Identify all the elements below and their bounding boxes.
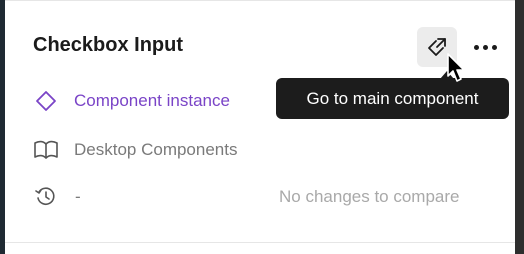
panel-bottom-divider (5, 242, 515, 243)
background-edge-right (515, 0, 524, 254)
more-options-icon (473, 44, 479, 50)
component-title: Checkbox Input (33, 34, 184, 56)
library-book-icon (33, 138, 59, 162)
component-instance-label: Component instance (74, 91, 230, 110)
panel-top-divider (5, 0, 515, 1)
more-options-button[interactable] (468, 32, 502, 62)
more-options-dot (491, 44, 497, 50)
library-row[interactable]: Desktop Components (33, 138, 237, 162)
more-options-dot (482, 44, 488, 50)
no-changes-text: No changes to compare (279, 187, 460, 206)
history-icon (33, 185, 59, 209)
library-label: Desktop Components (74, 140, 238, 159)
component-instance-icon (33, 89, 59, 113)
mouse-pointer-icon (447, 53, 465, 82)
history-row: - (33, 185, 81, 209)
history-value: - (75, 187, 81, 206)
component-instance-row[interactable]: Component instance (33, 89, 230, 113)
go-to-main-component-tooltip: Go to main component (276, 78, 509, 119)
